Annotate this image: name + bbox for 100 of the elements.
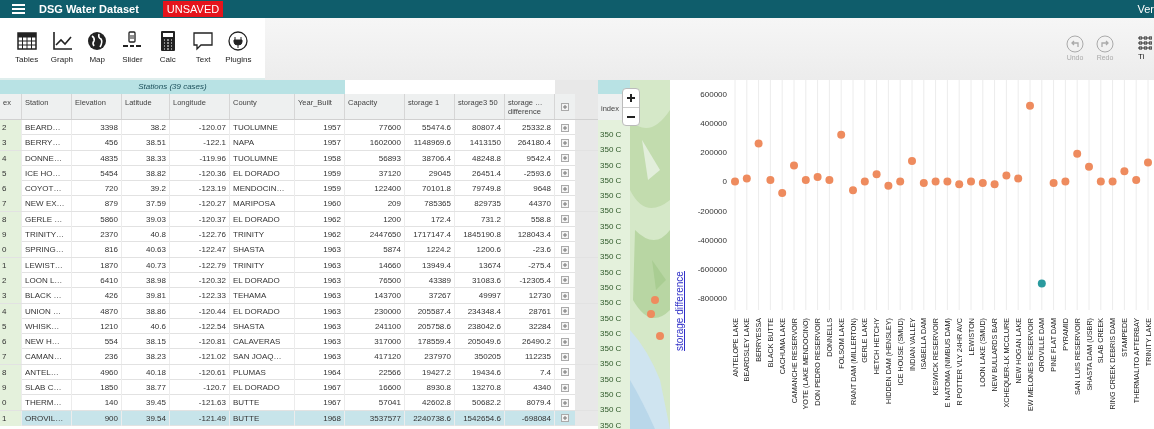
data-point[interactable] — [1061, 177, 1070, 186]
expand-icon[interactable] — [561, 215, 569, 224]
menu-icon[interactable] — [12, 4, 25, 14]
data-point[interactable] — [990, 180, 999, 189]
table-cell: -120.27 — [170, 196, 230, 212]
table-cell: 38.33 — [122, 150, 170, 166]
data-point[interactable] — [1132, 175, 1141, 184]
table-row[interactable]: 9 TRINITY… 2370 40.8 -122.76 TRINITY 1962 2447650 1717147.4 1845190.8 128043.4 — [0, 227, 598, 243]
table-row[interactable]: 7 CAMAN… 236 38.23 -121.02 SAN JOAQ… 1963 417120 237970 350205 112235 — [0, 349, 598, 365]
data-point[interactable] — [849, 186, 857, 195]
table-cell: 785365 — [405, 196, 455, 212]
table-cell-text: 350 C — [599, 191, 622, 201]
data-point[interactable] — [908, 157, 916, 166]
data-point[interactable] — [754, 139, 763, 148]
table-row[interactable]: 9 SLAB C… 1850 38.77 -120.7 EL DORADO 1967 16600 8930.8 13270.8 4340 — [0, 380, 598, 396]
table-row[interactable]: 3 BERRY… 456 38.51 -122.1 NAPA 1957 1602000 1148969.6 1413150 264180.4 — [0, 135, 598, 151]
data-point[interactable] — [1108, 177, 1117, 186]
data-point[interactable] — [1120, 167, 1129, 176]
table-cell: 1963 — [295, 272, 345, 288]
table-row[interactable]: 6 COYOT… 720 39.2 -123.19 MENDOCIN… 1959 122400 70101.8 79749.8 9648 — [0, 181, 598, 197]
toolbar-table-button[interactable]: Tables — [10, 30, 44, 66]
data-point[interactable] — [1096, 177, 1105, 186]
data-point[interactable] — [813, 173, 822, 182]
data-point[interactable] — [1049, 178, 1058, 187]
table-row[interactable]: 0 SPRING… 816 40.63 -122.47 SHASTA 1963 5874 1224.2 1200.6 -23.6 — [0, 242, 598, 258]
data-point[interactable] — [955, 180, 964, 189]
table-cell: 5874 — [345, 242, 405, 258]
table-row[interactable]: 0 THERM… 140 39.45 -121.63 BUTTE 1967 57041 42602.8 50682.2 8079.4 — [0, 395, 598, 411]
data-point[interactable] — [778, 189, 787, 198]
data-point[interactable] — [742, 174, 751, 183]
expand-icon[interactable] — [561, 102, 569, 111]
table-cell: 42602.8 — [405, 395, 455, 411]
table-cell: 12730 — [505, 288, 555, 304]
expand-icon[interactable] — [561, 322, 569, 331]
grid-icon — [1138, 35, 1152, 51]
table-cell: LEWIST… — [22, 257, 72, 273]
expand-icon[interactable] — [561, 169, 569, 178]
data-point[interactable] — [1037, 279, 1046, 288]
data-point[interactable] — [931, 177, 940, 186]
toolbar-graph-button[interactable]: Graph — [45, 30, 79, 66]
data-point[interactable] — [1002, 171, 1011, 180]
table-row[interactable]: 3 BLACK … 426 39.81 -122.33 TEHAMA 1963 143700 37267 49997 12730 — [0, 288, 598, 304]
data-point[interactable] — [1144, 158, 1152, 167]
tile-button[interactable]: Ti — [1138, 35, 1154, 63]
expand-icon[interactable] — [561, 276, 569, 285]
table-row[interactable]: 7 NEW EX… 879 37.59 -120.27 MARIPOSA 1960 209 785365 829735 44370 — [0, 196, 598, 212]
expand-icon[interactable] — [561, 398, 569, 407]
data-point[interactable] — [860, 177, 869, 186]
data-point[interactable] — [1085, 162, 1093, 171]
toolbar-slider-button[interactable]: Slider — [115, 30, 150, 66]
expand-icon[interactable] — [561, 154, 569, 163]
table-cell: 140 — [72, 395, 122, 411]
data-point[interactable] — [896, 177, 905, 186]
table-cell: 5860 — [72, 211, 122, 227]
expand-icon[interactable] — [561, 383, 569, 392]
data-point[interactable] — [731, 177, 739, 186]
data-point[interactable] — [801, 175, 810, 184]
version-link[interactable]: Ver — [1137, 0, 1154, 18]
expand-icon[interactable] — [561, 352, 569, 361]
expand-icon[interactable] — [561, 138, 569, 147]
table-cell: -122.1 — [170, 135, 230, 151]
data-point[interactable] — [919, 178, 928, 187]
expand-icon[interactable] — [561, 368, 569, 377]
data-point[interactable] — [978, 178, 987, 187]
toolbar-text-button[interactable]: Text — [186, 30, 220, 66]
table-cell: 1963 — [295, 318, 345, 334]
expand-icon[interactable] — [561, 291, 569, 300]
data-point[interactable] — [1026, 101, 1034, 110]
toolbar-plugins-button[interactable]: Plugins — [221, 30, 255, 66]
expand-icon[interactable] — [561, 200, 569, 208]
data-point[interactable] — [967, 177, 975, 186]
expand-icon[interactable] — [561, 123, 569, 132]
table-icon — [15, 30, 38, 52]
table-cell-text: 350 C — [599, 130, 622, 139]
expand-icon[interactable] — [561, 337, 569, 346]
data-point[interactable] — [1073, 149, 1082, 158]
data-point[interactable] — [825, 175, 834, 184]
expand-icon[interactable] — [561, 414, 569, 423]
data-point[interactable] — [766, 175, 775, 184]
data-point[interactable] — [790, 161, 798, 170]
data-point[interactable] — [1014, 174, 1023, 183]
expand-icon[interactable] — [561, 307, 569, 316]
table-row[interactable]: 6 NEW H… 554 38.15 -120.81 CALAVERAS 1963 317000 178559.4 205049.6 26490.2 — [0, 334, 598, 350]
axis-tick-label: 600000 — [700, 90, 727, 99]
expand-icon[interactable] — [561, 230, 569, 239]
data-point[interactable] — [943, 177, 952, 186]
table-cell: 37.59 — [122, 196, 170, 212]
axis-title[interactable]: storage difference — [674, 271, 685, 351]
expand-icon[interactable] — [561, 261, 569, 270]
table-row[interactable]: 2 BEARD… 3398 38.2 -120.07 TUOLUMNE 1957 77600 55474.6 80807.4 25332.8 — [0, 120, 598, 136]
table-cell: -275.4 — [505, 257, 555, 273]
undo-icon — [1066, 34, 1084, 53]
data-point[interactable] — [837, 130, 846, 139]
toolbar-map-button[interactable]: Map — [80, 30, 114, 66]
expand-icon[interactable] — [561, 184, 569, 193]
data-point[interactable] — [872, 170, 881, 179]
data-point[interactable] — [884, 181, 893, 190]
toolbar-calc-button[interactable]: Calc — [151, 30, 185, 66]
expand-icon[interactable] — [561, 245, 569, 254]
table-cell: 26451.4 — [455, 165, 505, 181]
